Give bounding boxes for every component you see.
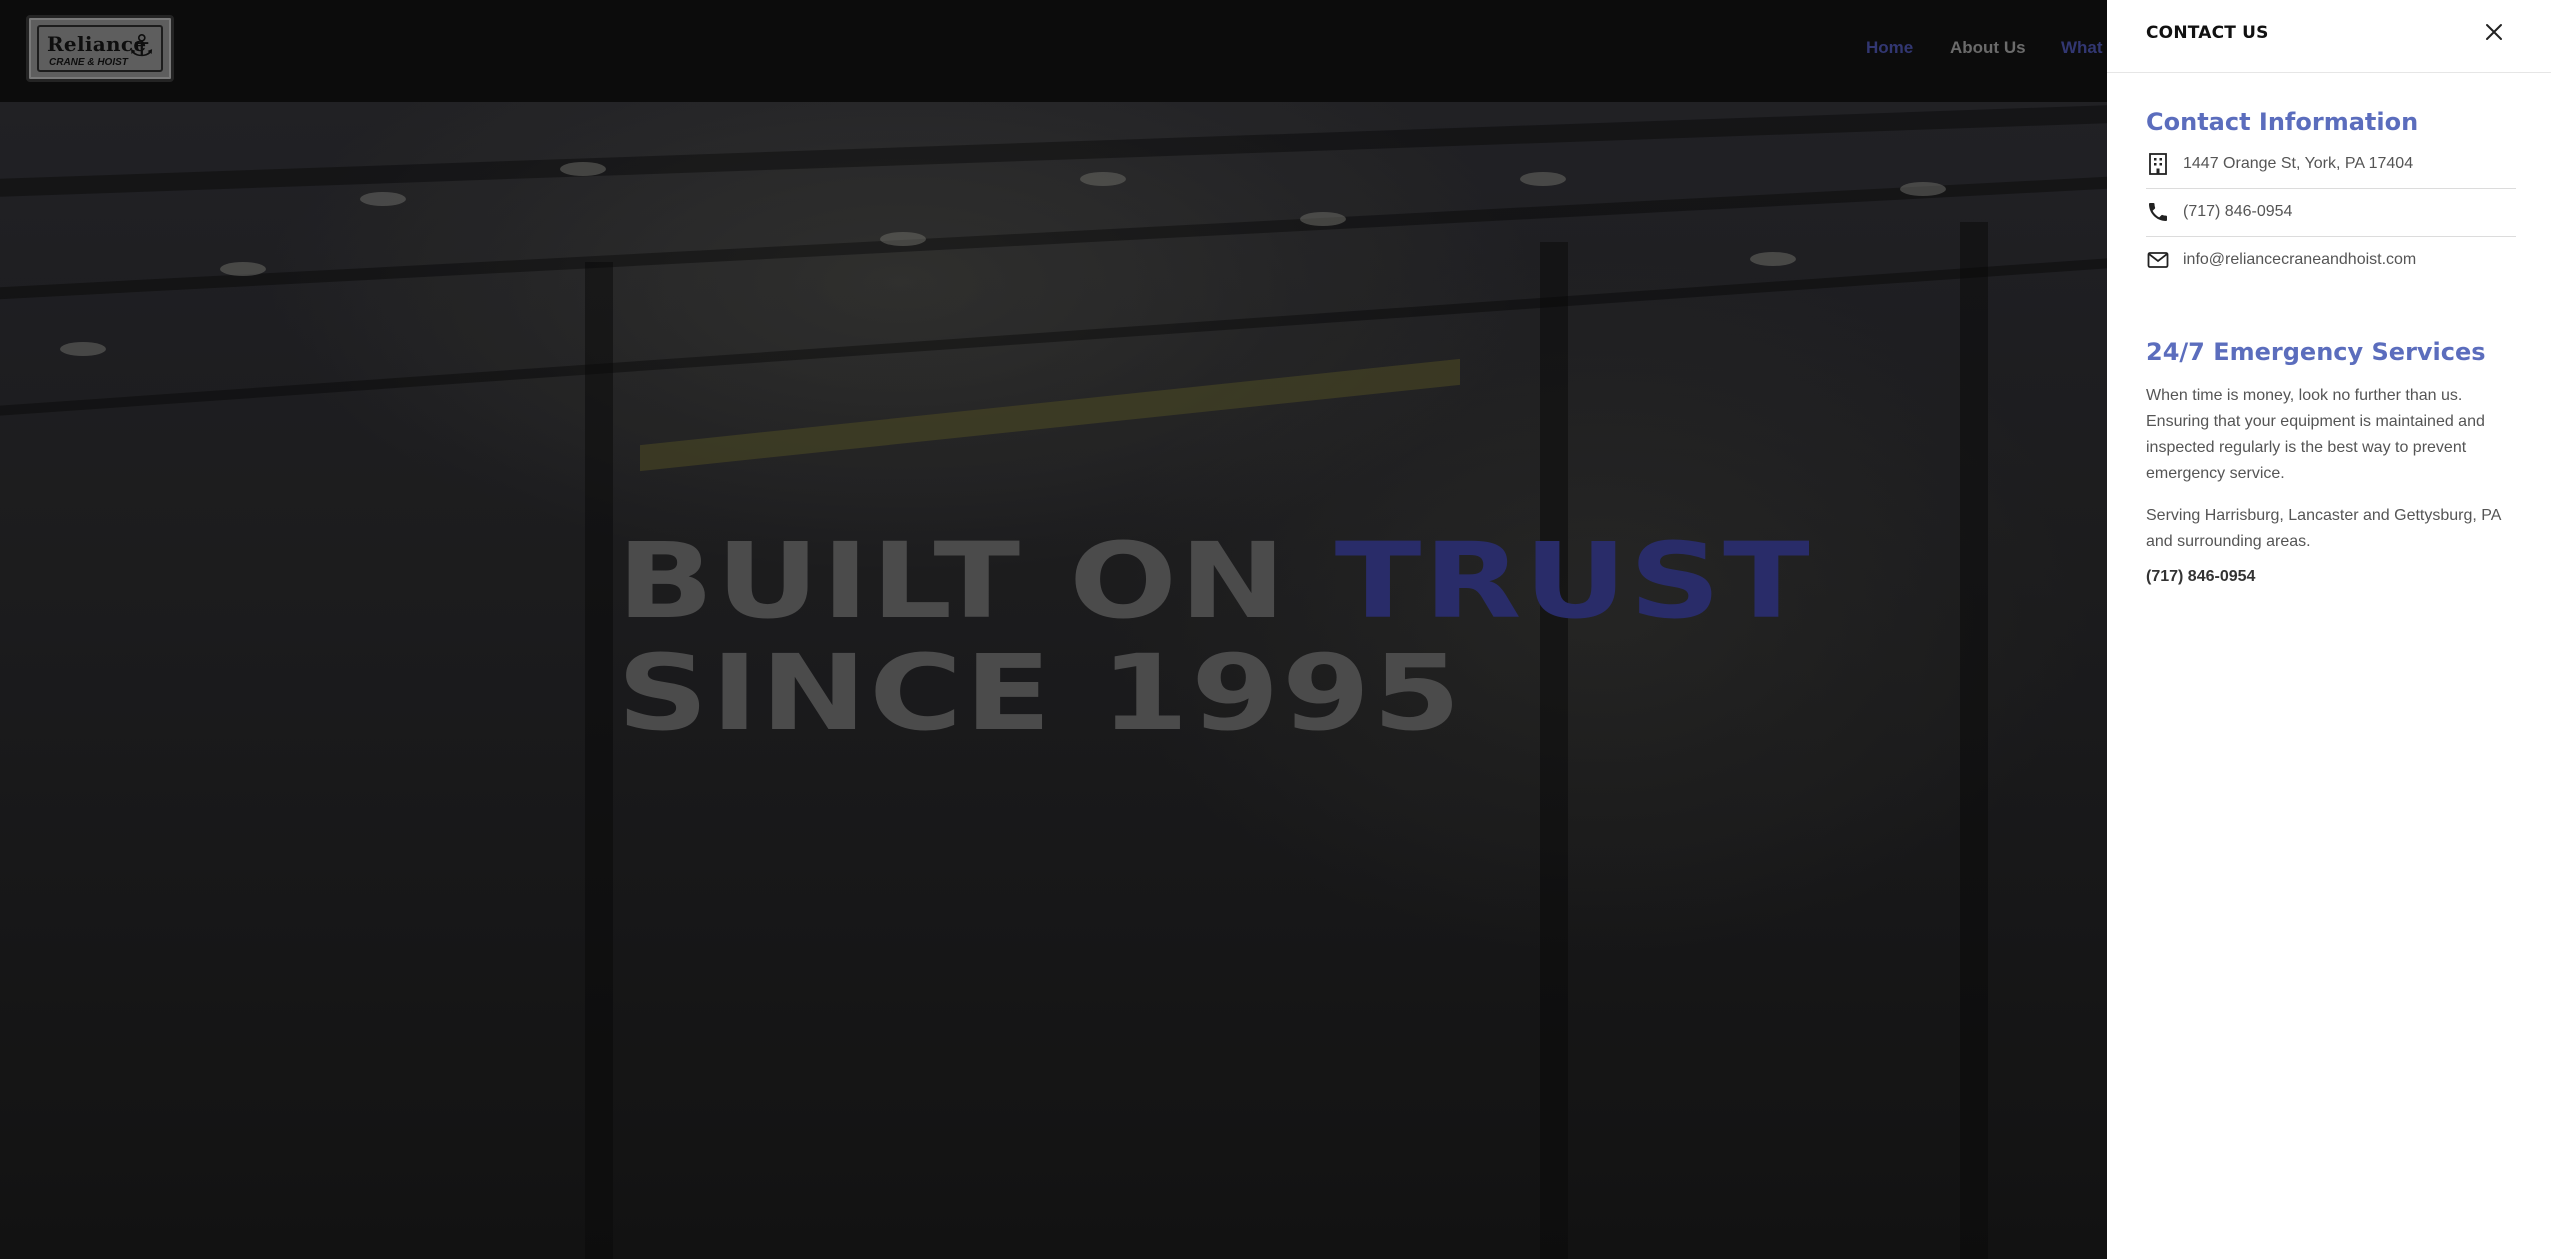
- phone-row[interactable]: (717) 846-0954: [2146, 190, 2516, 237]
- emergency-phone-link[interactable]: (717) 846-0954: [2146, 568, 2255, 586]
- drawer-title: CONTACT US: [2146, 23, 2269, 43]
- emergency-description: When time is money, look no further than…: [2146, 387, 2485, 482]
- service-area-text: Serving Harrisburg, Lancaster and Gettys…: [2146, 507, 2501, 550]
- email-link[interactable]: info@reliancecraneandhoist.com: [2183, 251, 2416, 269]
- phone-link[interactable]: (717) 846-0954: [2183, 203, 2292, 221]
- address-row: 1447 Orange St, York, PA 17404: [2146, 142, 2516, 189]
- envelope-icon: [2147, 252, 2169, 268]
- emergency-heading: 24/7 Emergency Services: [2146, 338, 2486, 366]
- close-icon: [2486, 24, 2502, 40]
- building-icon: [2149, 153, 2167, 175]
- close-button[interactable]: [2483, 21, 2505, 43]
- address-text: 1447 Orange St, York, PA 17404: [2183, 155, 2414, 172]
- modal-overlay[interactable]: [0, 0, 2107, 1259]
- phone-icon: [2149, 203, 2167, 221]
- email-row[interactable]: info@reliancecraneandhoist.com: [2146, 238, 2516, 284]
- contact-info-heading: Contact Information: [2146, 108, 2419, 136]
